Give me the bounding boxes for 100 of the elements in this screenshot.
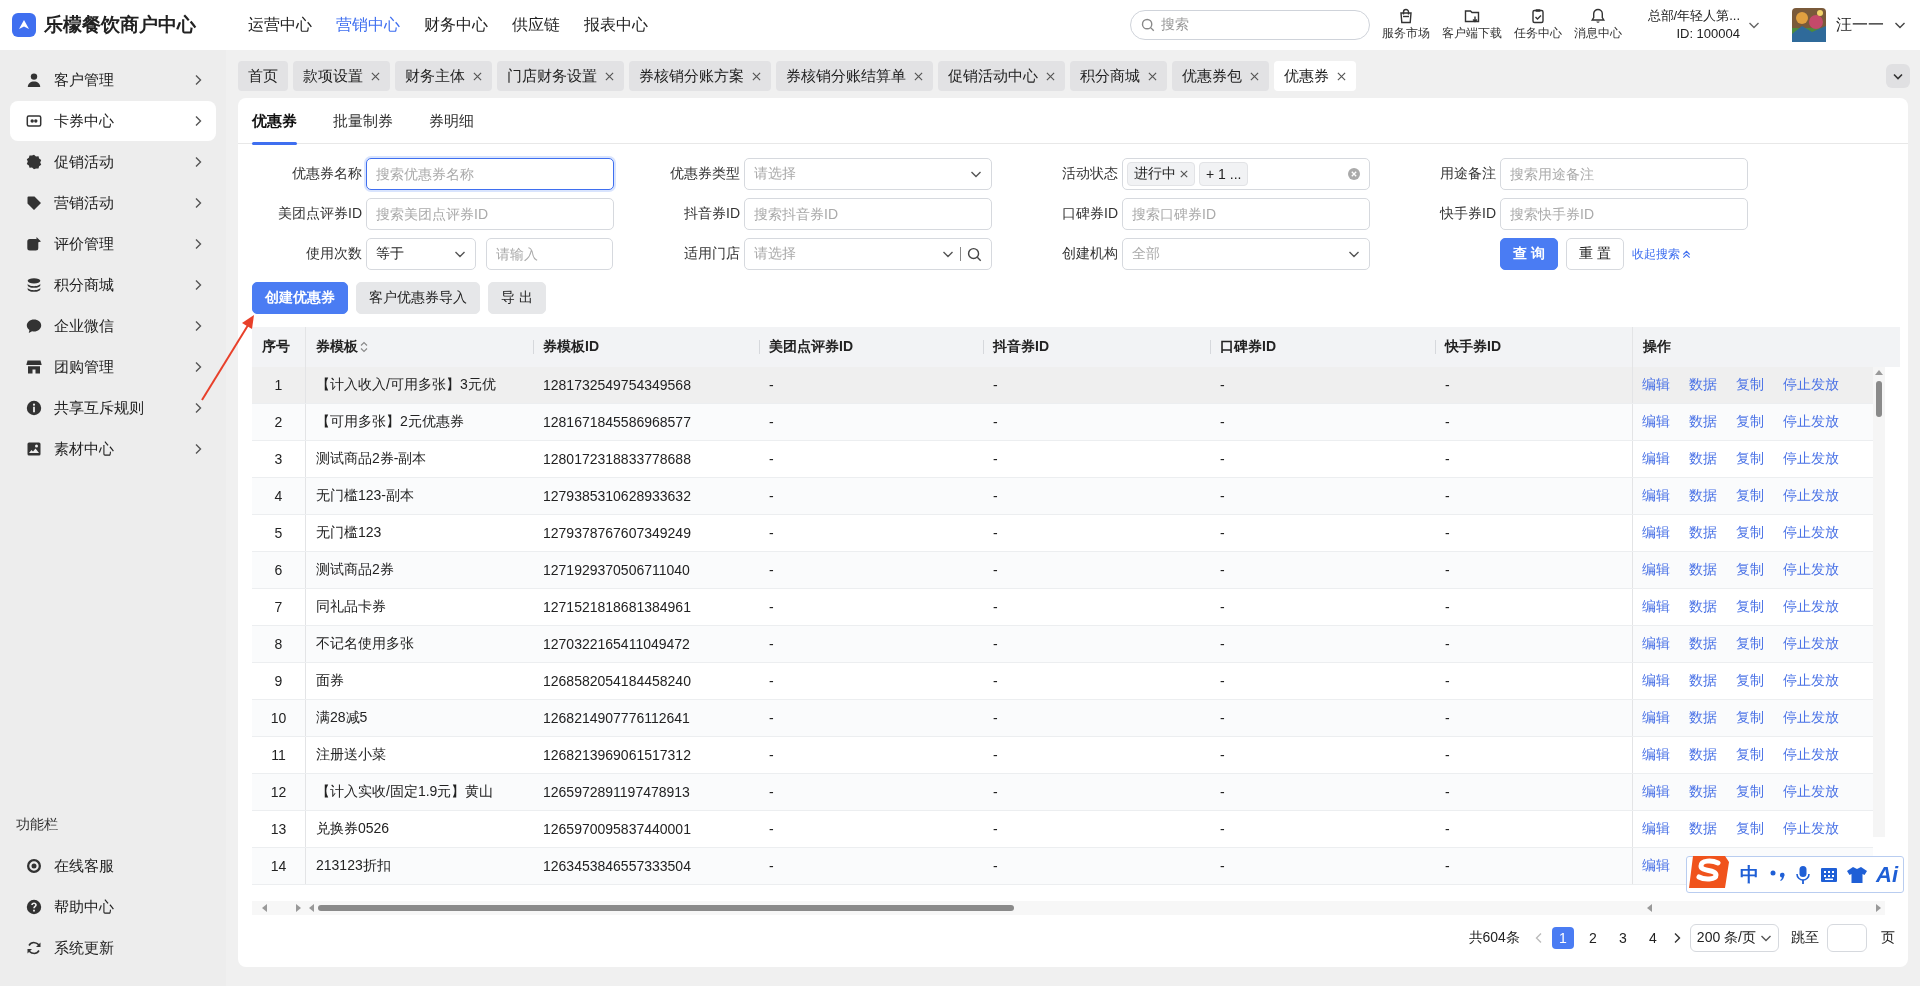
page-button[interactable]: 3 (1611, 927, 1634, 949)
action-link[interactable]: 编辑 (1642, 635, 1670, 653)
action-link[interactable]: 复制 (1736, 561, 1764, 579)
action-link[interactable]: 停止发放 (1783, 635, 1839, 653)
ai-label[interactable]: Ai (1876, 861, 1898, 888)
action-link[interactable]: 数据 (1689, 450, 1717, 468)
page-tab[interactable]: 促销活动中心 (938, 61, 1065, 91)
action-link[interactable]: 数据 (1689, 598, 1717, 616)
ime-mode-label[interactable]: 中 (1740, 861, 1759, 888)
action-link[interactable]: 复制 (1736, 820, 1764, 838)
action-link[interactable]: 复制 (1736, 783, 1764, 801)
action-link[interactable]: 数据 (1689, 524, 1717, 542)
sidebar-item[interactable]: 企业微信 (10, 306, 216, 346)
action-link[interactable]: 停止发放 (1783, 561, 1839, 579)
nav-item[interactable]: 营销中心 (336, 14, 400, 36)
shortcut-button[interactable]: 任务中心 (1513, 8, 1562, 42)
action-link[interactable]: 编辑 (1642, 450, 1670, 468)
action-link[interactable]: 停止发放 (1783, 598, 1839, 616)
select-field[interactable]: 请选择 (744, 158, 992, 190)
action-link[interactable]: 复制 (1736, 413, 1764, 431)
shortcut-button[interactable]: 服务市场 (1381, 8, 1430, 42)
sidebar-item[interactable]: 卡券中心 (10, 101, 216, 141)
action-link[interactable]: 复制 (1736, 487, 1764, 505)
action-link[interactable]: 停止发放 (1783, 487, 1839, 505)
page-tab[interactable]: 首页 (238, 61, 288, 91)
sidebar-item[interactable]: 客户管理 (10, 60, 216, 100)
content-tab[interactable]: 批量制券 (333, 98, 393, 144)
reset-button[interactable]: 重 置 (1565, 238, 1624, 270)
collapse-search-link[interactable]: 收起搜索 (1631, 245, 1691, 263)
action-link[interactable]: 编辑 (1642, 413, 1670, 431)
action-link[interactable]: 编辑 (1642, 487, 1670, 505)
shortcut-button[interactable]: 消息中心 (1573, 8, 1622, 42)
page-tab[interactable]: 门店财务设置 (497, 61, 624, 91)
content-tab[interactable]: 优惠券 (252, 98, 297, 144)
status-tag[interactable]: + 1 ... (1199, 162, 1249, 186)
action-link[interactable]: 停止发放 (1783, 820, 1839, 838)
select-field[interactable]: 全部 (1122, 238, 1370, 270)
nav-item[interactable]: 报表中心 (584, 14, 648, 36)
sidebar-item[interactable]: 团购管理 (10, 347, 216, 387)
text-field[interactable]: 搜索优惠券名称 (366, 158, 614, 190)
sidebar-item[interactable]: 评价管理 (10, 224, 216, 264)
page-tab[interactable]: 财务主体 (395, 61, 492, 91)
shortcut-button[interactable]: 客户端下载 (1441, 8, 1502, 42)
status-tag[interactable]: 进行中 (1127, 162, 1195, 186)
action-link[interactable]: 复制 (1736, 450, 1764, 468)
action-link[interactable]: 复制 (1736, 672, 1764, 690)
action-link[interactable]: 复制 (1736, 376, 1764, 394)
sidebar-item[interactable]: 积分商城 (10, 265, 216, 305)
toolbar-button[interactable]: 导 出 (488, 282, 546, 314)
column-header[interactable]: 券模板 (306, 327, 533, 367)
sidebar-item[interactable]: 素材中心 (10, 429, 216, 469)
nav-item[interactable]: 供应链 (512, 14, 560, 36)
page-tab[interactable]: 券核销分账方案 (629, 61, 771, 91)
page-button[interactable]: 4 (1641, 927, 1664, 949)
action-link[interactable]: 复制 (1736, 524, 1764, 542)
sidebar-item[interactable]: 系统更新 (10, 928, 216, 968)
action-link[interactable]: 数据 (1689, 783, 1717, 801)
action-link[interactable]: 编辑 (1642, 561, 1670, 579)
action-link[interactable]: 编辑 (1642, 672, 1670, 690)
action-link[interactable]: 数据 (1689, 672, 1717, 690)
action-link[interactable]: 数据 (1689, 820, 1717, 838)
action-link[interactable]: 数据 (1689, 561, 1717, 579)
action-link[interactable]: 编辑 (1642, 598, 1670, 616)
action-link[interactable]: 停止发放 (1783, 524, 1839, 542)
action-link[interactable]: 复制 (1736, 746, 1764, 764)
action-link[interactable]: 编辑 (1642, 709, 1670, 727)
sidebar-item[interactable]: 共享互斥规则 (10, 388, 216, 428)
page-jump-field[interactable] (1827, 924, 1867, 952)
action-link[interactable]: 编辑 (1642, 746, 1670, 764)
sidebar-item[interactable]: 营销活动 (10, 183, 216, 223)
action-link[interactable]: 编辑 (1642, 783, 1670, 801)
sidebar-item[interactable]: 促销活动 (10, 142, 216, 182)
page-tab[interactable]: 优惠券 (1274, 61, 1356, 91)
page-tab[interactable]: 券核销分账结算单 (776, 61, 933, 91)
action-link[interactable]: 复制 (1736, 635, 1764, 653)
page-tab[interactable]: 款项设置 (293, 61, 390, 91)
content-tab[interactable]: 券明细 (429, 98, 474, 144)
page-button[interactable]: 2 (1581, 927, 1604, 949)
action-link[interactable]: 数据 (1689, 376, 1717, 394)
action-link[interactable]: 数据 (1689, 709, 1717, 727)
page-button[interactable]: 1 (1551, 927, 1574, 949)
action-link[interactable]: 编辑 (1642, 376, 1670, 394)
action-link[interactable]: 数据 (1689, 746, 1717, 764)
action-link[interactable]: 数据 (1689, 413, 1717, 431)
select-field[interactable]: 等于 (366, 238, 476, 270)
page-tab[interactable]: 积分商城 (1070, 61, 1167, 91)
user-name[interactable]: 汪一一 (1836, 14, 1884, 36)
action-link[interactable]: 数据 (1689, 635, 1717, 653)
action-link[interactable]: 编辑 (1642, 524, 1670, 542)
sidebar-item[interactable]: 在线客服 (10, 846, 216, 886)
action-link[interactable]: 停止发放 (1783, 376, 1839, 394)
org-name[interactable]: 总部/年轻人第... (1647, 7, 1740, 25)
action-link[interactable]: 复制 (1736, 598, 1764, 616)
toolbar-button[interactable]: 客户优惠券导入 (356, 282, 480, 314)
nav-item[interactable]: 运营中心 (248, 14, 312, 36)
action-link[interactable]: 数据 (1689, 487, 1717, 505)
action-link[interactable]: 编辑 (1642, 820, 1670, 838)
search-button[interactable]: 查 询 (1500, 238, 1558, 270)
select-field[interactable]: 请选择 (744, 238, 992, 270)
action-link[interactable]: 停止发放 (1783, 783, 1839, 801)
